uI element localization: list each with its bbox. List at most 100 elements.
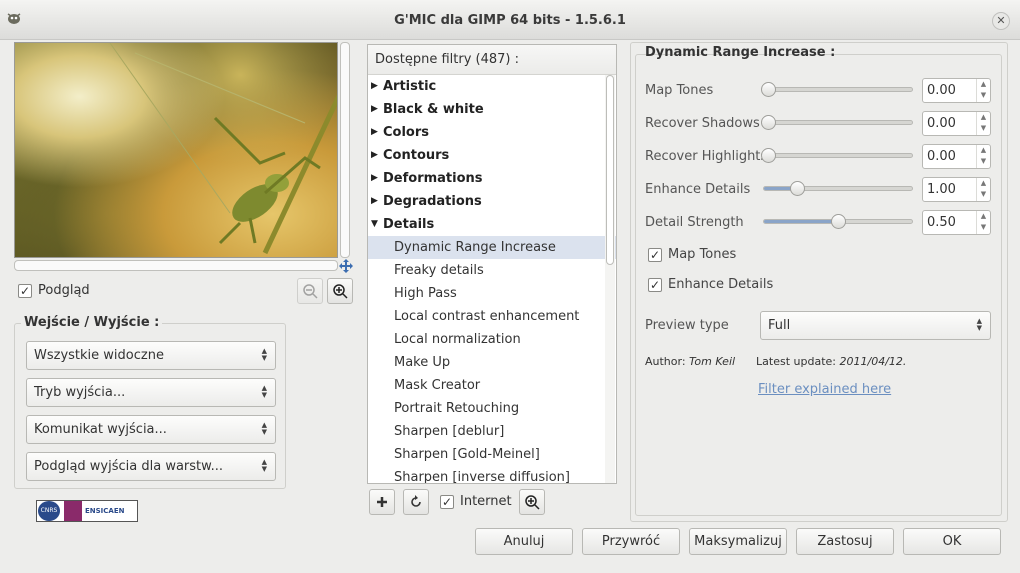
expand-arrow-icon[interactable]: ▶	[371, 167, 383, 190]
param-spinbox[interactable]: 1.00 ▲ ▼	[922, 177, 991, 202]
zoom-in-icon	[525, 495, 540, 510]
refresh-button[interactable]	[403, 489, 429, 515]
filter-item[interactable]: Sharpen [deblur]	[368, 420, 616, 443]
zoom-in-button[interactable]	[327, 278, 353, 304]
checkmark-icon[interactable]: ✓	[648, 277, 662, 292]
collapse-arrow-icon[interactable]: ▼	[371, 213, 383, 236]
expand-arrow-icon[interactable]: ▶	[371, 98, 383, 121]
param-slider[interactable]	[761, 148, 913, 163]
spinbox-value: 0.00	[927, 83, 956, 98]
move-icon[interactable]	[339, 259, 353, 273]
map-tones-checkbox[interactable]: ✓ Map Tones	[648, 247, 736, 262]
param-spinbox[interactable]: 0.00 ▲ ▼	[922, 144, 991, 169]
preview-type-value: Full	[768, 318, 791, 333]
preview-horizontal-scrollbar[interactable]	[14, 260, 338, 271]
param-spinbox[interactable]: 0.50 ▲ ▼	[922, 210, 991, 235]
grasshopper-image	[109, 43, 337, 255]
filter-tree[interactable]: Dostępne filtry (487) : ▶ Artistic ▶ Black …	[367, 44, 617, 484]
ensicaen-logo-text: ENSICAEN	[85, 507, 125, 515]
input-layers-combo[interactable]: Wszystkie widoczne ▲ ▼	[26, 341, 276, 370]
filter-item[interactable]: Local contrast enhancement	[368, 305, 616, 328]
filter-category[interactable]: ▶ Black & white	[368, 98, 616, 121]
close-icon[interactable]: ✕	[992, 12, 1010, 30]
filter-category-open[interactable]: ▼ Details	[368, 213, 616, 236]
expand-arrow-icon[interactable]: ▶	[371, 121, 383, 144]
filter-tree-header: Dostępne filtry (487) :	[368, 45, 616, 75]
param-spinbox[interactable]: 0.00 ▲ ▼	[922, 78, 991, 103]
param-slider[interactable]	[763, 214, 913, 229]
zoom-out-button[interactable]	[297, 278, 323, 304]
category-label: Degradations	[383, 194, 482, 209]
spin-arrows-icon[interactable]: ▲ ▼	[976, 178, 990, 201]
param-slider[interactable]	[761, 115, 913, 130]
filter-explained-link[interactable]: Filter explained here	[758, 382, 891, 397]
param-slider[interactable]	[763, 181, 913, 196]
spin-arrows-icon[interactable]: ▲ ▼	[976, 112, 990, 135]
apply-button[interactable]: Zastosuj	[796, 528, 894, 555]
internet-checkbox[interactable]: ✓ Internet	[440, 494, 512, 509]
slider-knob[interactable]	[831, 214, 846, 229]
filter-item[interactable]: Mask Creator	[368, 374, 616, 397]
output-message-value: Komunikat wyjścia...	[34, 422, 167, 437]
checkmark-icon[interactable]: ✓	[440, 494, 454, 509]
internet-checkbox-label: Internet	[460, 494, 512, 509]
param-slider[interactable]	[761, 82, 913, 97]
preview-vertical-scrollbar[interactable]	[340, 42, 350, 258]
cnrs-logo-text: CNRS	[38, 501, 60, 521]
checkmark-icon[interactable]: ✓	[18, 283, 32, 298]
spinbox-value: 1.00	[927, 182, 956, 197]
category-label: Deformations	[383, 171, 483, 186]
filter-item[interactable]: Sharpen [Gold-Meinel]	[368, 443, 616, 466]
filter-item[interactable]: Portrait Retouching	[368, 397, 616, 420]
expand-arrow-icon[interactable]: ▶	[371, 190, 383, 213]
filter-item[interactable]: High Pass	[368, 282, 616, 305]
spinbox-value: 0.00	[927, 149, 956, 164]
filter-item[interactable]: Sharpen [inverse diffusion]	[368, 466, 616, 483]
spin-arrows-icon[interactable]: ▲ ▼	[976, 79, 990, 102]
maximize-button[interactable]: Maksymalizuj	[689, 528, 787, 555]
expand-arrow-icon[interactable]: ▶	[371, 75, 383, 98]
filter-category[interactable]: ▶ Colors	[368, 121, 616, 144]
checkmark-icon[interactable]: ✓	[648, 247, 662, 262]
preview-output-combo[interactable]: Podgląd wyjścia dla warstw... ▲ ▼	[26, 452, 276, 481]
scrollbar-thumb[interactable]	[606, 75, 614, 265]
category-label: Details	[383, 217, 435, 232]
preview-checkbox[interactable]: ✓ Podgląd	[18, 283, 90, 298]
ok-button[interactable]: OK	[903, 528, 1001, 555]
expand-arrow-icon[interactable]: ▶	[371, 144, 383, 167]
filter-category[interactable]: ▶ Deformations	[368, 167, 616, 190]
preview-type-label: Preview type	[645, 318, 729, 333]
output-message-combo[interactable]: Komunikat wyjścia... ▲ ▼	[26, 415, 276, 444]
zoom-in-icon	[333, 284, 348, 299]
preview-type-combo[interactable]: Full ▲ ▼	[760, 311, 991, 340]
enhance-details-checkbox[interactable]: ✓ Enhance Details	[648, 277, 773, 292]
output-mode-combo[interactable]: Tryb wyjścia... ▲ ▼	[26, 378, 276, 407]
category-label: Colors	[383, 125, 430, 140]
preview-image[interactable]	[14, 42, 338, 258]
spinbox-value: 0.00	[927, 116, 956, 131]
cancel-button[interactable]: Anuluj	[475, 528, 573, 555]
filter-item[interactable]: Freaky details	[368, 259, 616, 282]
filter-tree-scrollbar[interactable]	[605, 75, 615, 483]
filter-item[interactable]: Local normalization	[368, 328, 616, 351]
cnrs-ensicaen-logo: CNRS ENSICAEN	[36, 500, 138, 522]
update-date: 2011/04/12.	[839, 355, 907, 368]
spin-arrows-icon[interactable]: ▲ ▼	[976, 145, 990, 168]
reset-button[interactable]: Przywróć	[582, 528, 680, 555]
filter-category[interactable]: ▶ Artistic	[368, 75, 616, 98]
slider-knob[interactable]	[789, 181, 805, 196]
filter-category[interactable]: ▶ Degradations	[368, 190, 616, 213]
spinbox-value: 0.50	[927, 215, 956, 230]
updown-icon: ▲ ▼	[261, 384, 267, 399]
updown-icon: ▲ ▼	[976, 317, 982, 332]
filter-item[interactable]: Make Up	[368, 351, 616, 374]
filter-item-selected[interactable]: Dynamic Range Increase	[368, 236, 616, 259]
category-label: Artistic	[383, 79, 437, 94]
preview-output-value: Podgląd wyjścia dla warstw...	[34, 459, 223, 474]
filter-rows: ▶ Artistic ▶ Black & white ▶ Colors ▶ Contours ▶…	[368, 75, 616, 483]
param-spinbox[interactable]: 0.00 ▲ ▼	[922, 111, 991, 136]
zoom-filter-button[interactable]	[519, 489, 545, 515]
filter-category[interactable]: ▶ Contours	[368, 144, 616, 167]
add-favorite-button[interactable]	[369, 489, 395, 515]
spin-arrows-icon[interactable]: ▲ ▼	[976, 211, 990, 234]
